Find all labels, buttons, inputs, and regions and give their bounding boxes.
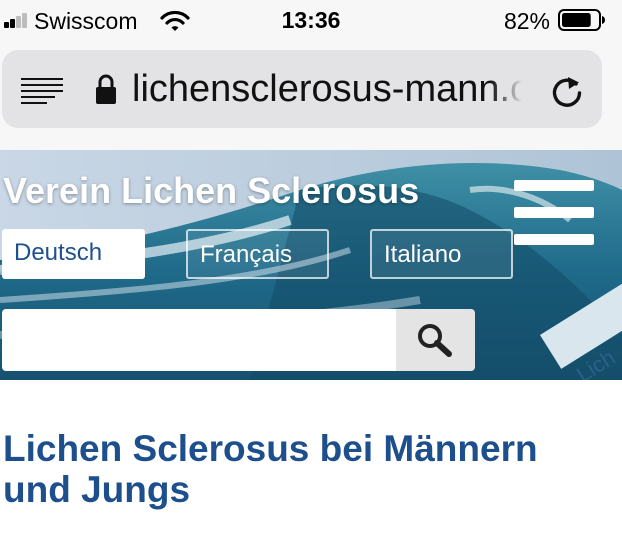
battery-percent: 82% <box>503 8 550 34</box>
address-bar[interactable]: lichensclerosus-mann.ch <box>2 50 602 128</box>
search-input[interactable] <box>2 309 396 371</box>
lock-icon <box>96 74 116 104</box>
site-header: Verein Lichen Sclerosus Deutsch Français… <box>0 150 622 380</box>
status-bar: Swisscom 13:36 82% <box>0 0 622 42</box>
url-text[interactable]: lichensclerosus-mann.ch <box>132 66 522 112</box>
hamburger-menu-icon[interactable] <box>514 180 594 246</box>
browser-toolbar: lichensclerosus-mann.ch <box>0 42 622 192</box>
battery-icon <box>558 9 605 31</box>
language-francais-button[interactable]: Français <box>186 229 329 279</box>
search-button[interactable] <box>396 309 475 371</box>
page-heading: Lichen Sclerosus bei Männern und Jungs <box>3 428 538 510</box>
reload-icon[interactable] <box>549 74 585 110</box>
language-italiano-button[interactable]: Italiano <box>370 229 513 279</box>
search-icon <box>418 324 452 357</box>
reader-view-icon[interactable] <box>21 78 63 104</box>
language-deutsch-button[interactable]: Deutsch <box>2 229 145 279</box>
site-title[interactable]: Verein Lichen Sclerosus <box>3 170 419 212</box>
